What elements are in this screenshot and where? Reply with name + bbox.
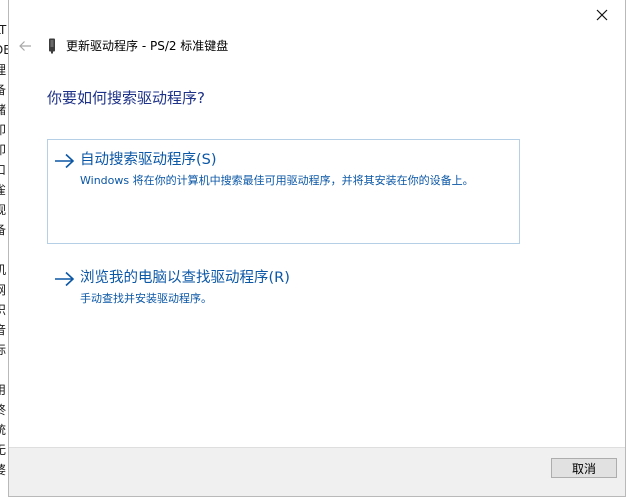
dialog-header: 更新驱动程序 - PS/2 标准键盘 — [9, 34, 569, 58]
dialog-title: 更新驱动程序 - PS/2 标准键盘 — [66, 39, 229, 53]
browse-my-computer-option[interactable]: 浏览我的电脑以查找驱动程序(R) 手动查找并安装驱动程序。 — [47, 257, 520, 313]
background-text: l — [0, 244, 8, 256]
background-text: 网 — [0, 283, 7, 297]
cancel-button[interactable]: 取消 — [551, 458, 617, 478]
background-text: 印 — [0, 143, 7, 157]
background-text: 婆 — [0, 463, 7, 477]
background-text: 雀 — [0, 183, 7, 197]
right-arrow-icon — [55, 153, 75, 169]
right-arrow-icon — [55, 271, 75, 287]
close-icon — [596, 9, 608, 21]
background-text: 理 — [0, 63, 7, 77]
option-title: 自动搜索驱动程序(S) — [80, 152, 217, 168]
back-button[interactable] — [14, 34, 36, 58]
background-text: 口 — [0, 163, 7, 177]
option-description: Windows 将在你的计算机中搜索最佳可用驱动程序，并将其安装在你的设备上。 — [80, 174, 474, 187]
close-button[interactable] — [579, 0, 625, 30]
search-automatically-option[interactable]: 自动搜索驱动程序(S) Windows 将在你的计算机中搜索最佳可用驱动程序，并… — [47, 139, 520, 244]
background-text: 统 — [0, 423, 7, 437]
background-text: 无 — [0, 443, 7, 457]
background-text: 标 — [0, 343, 7, 357]
option-title: 浏览我的电脑以查找驱动程序(R) — [80, 270, 290, 286]
background-text: LT — [0, 23, 7, 37]
keyboard-device-icon — [49, 38, 55, 54]
back-arrow-icon — [19, 41, 31, 51]
page-heading: 你要如何搜索驱动程序? — [47, 89, 205, 107]
background-text: 储 — [0, 103, 7, 117]
background-text: 备 — [0, 223, 7, 237]
dialog-footer: 取消 — [9, 447, 625, 496]
screen: LT DE 理 备 储 印 印 口 雀 视 备 l 机 网 织 音 标 用 终 … — [0, 0, 628, 499]
background-text: 视 — [0, 203, 7, 217]
background-text: 备 — [0, 83, 7, 97]
background-text: 织 — [0, 303, 7, 317]
background-window-edge: LT DE 理 备 储 印 印 口 雀 视 备 l 机 网 织 音 标 用 终 … — [0, 0, 8, 499]
background-text: 用 — [0, 383, 7, 397]
background-text: 终 — [0, 403, 7, 417]
update-driver-dialog: 更新驱动程序 - PS/2 标准键盘 你要如何搜索驱动程序? 自动搜索驱动程序(… — [8, 0, 626, 497]
background-text: 机 — [0, 263, 7, 277]
option-description: 手动查找并安装驱动程序。 — [80, 292, 212, 305]
background-text: 音 — [0, 323, 7, 337]
background-text: 印 — [0, 123, 7, 137]
background-text: DE — [0, 43, 8, 57]
